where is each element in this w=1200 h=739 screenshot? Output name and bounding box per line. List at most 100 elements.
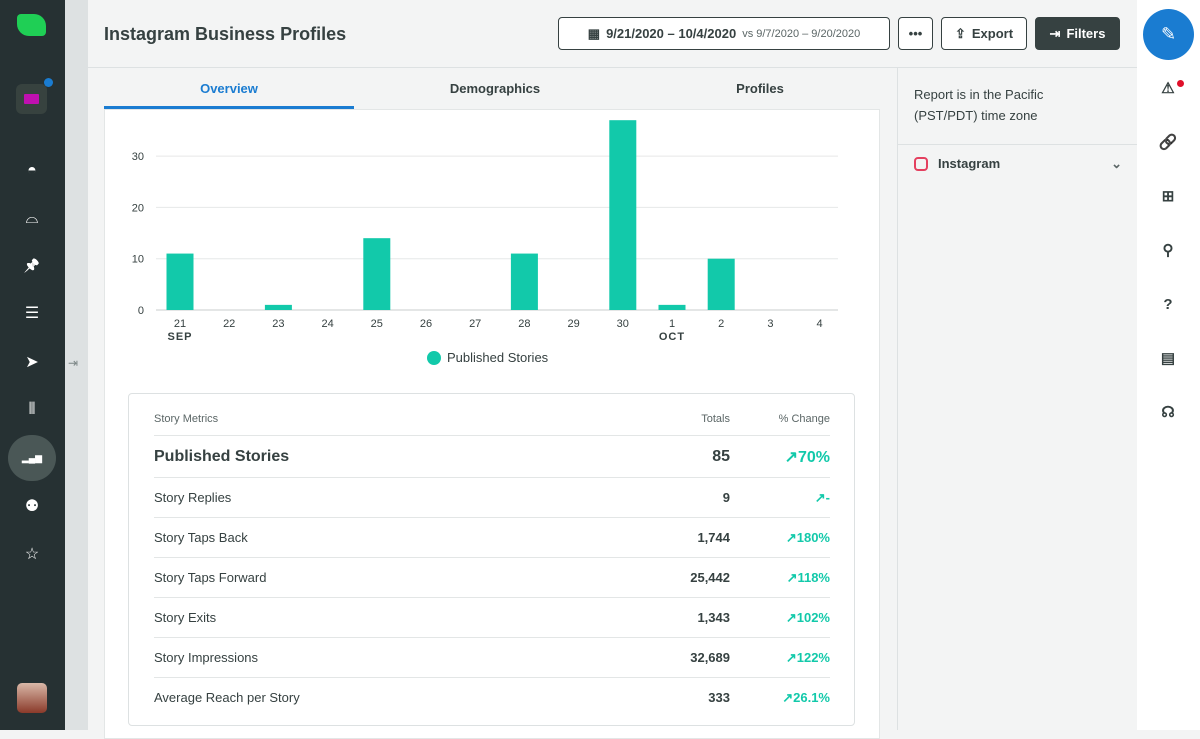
table-row: Story Taps Forward 25,442 ↗118% xyxy=(154,557,830,597)
metric-label: Story Taps Forward xyxy=(154,570,267,585)
bar xyxy=(609,120,637,310)
x-tick-label: 26 xyxy=(420,318,432,330)
user-avatar[interactable] xyxy=(17,683,47,713)
published-stories-chart: 010203021SEP22 23 24 25 26 27 28 29 30 1OCT2 3 4 xyxy=(132,120,838,343)
share-icon: ⇪ xyxy=(954,25,966,41)
help-icon[interactable]: ? xyxy=(1155,292,1181,318)
y-tick-label: 10 xyxy=(132,254,144,266)
metric-label: Story Impressions xyxy=(154,650,259,665)
table-row: Story Taps Back 1,744 ↗180% xyxy=(154,517,830,557)
metric-total: 1,343 xyxy=(697,610,730,625)
month-label: OCT xyxy=(659,331,685,343)
tab-profiles[interactable]: Profiles xyxy=(635,68,885,109)
x-tick-label: 23 xyxy=(272,318,284,330)
month-label: SEP xyxy=(167,331,192,343)
metric-total: 9 xyxy=(722,490,730,505)
metric-total: 25,442 xyxy=(690,570,730,585)
more-button[interactable]: ••• xyxy=(898,17,933,50)
x-tick-label: 29 xyxy=(567,318,579,330)
bar xyxy=(707,258,735,310)
instagram-icon xyxy=(914,156,928,171)
x-tick-label: 25 xyxy=(371,318,383,330)
add-icon[interactable]: ⊞ xyxy=(1155,184,1181,210)
filter-arrow-icon: ⇥ xyxy=(1049,25,1061,41)
metric-total: 85 xyxy=(712,447,730,465)
x-tick-label: 22 xyxy=(223,318,235,330)
filters-button[interactable]: ⇥ Filters xyxy=(1035,17,1120,50)
timezone-note: Report is in the Pacific (PST/PDT) time … xyxy=(914,87,1044,123)
legend-swatch xyxy=(427,350,441,365)
link-icon[interactable]: 🔗 xyxy=(1155,130,1181,156)
y-tick-label: 0 xyxy=(138,305,144,317)
table-row: Average Reach per Story 333 ↗26.1% xyxy=(154,677,830,717)
x-tick-label: 27 xyxy=(469,318,481,330)
chevron-down-icon: ⌄ xyxy=(1111,155,1122,171)
tab-demographics[interactable]: Demographics xyxy=(370,68,620,109)
collapse-strip: ⇥ xyxy=(65,0,88,730)
chart-legend: Published Stories xyxy=(427,350,548,365)
metric-change: ↗102% xyxy=(785,609,830,625)
metric-label: Story Exits xyxy=(154,610,217,625)
folder-icon xyxy=(24,94,39,104)
star-icon[interactable]: ☆ xyxy=(12,539,52,571)
bar xyxy=(658,304,686,310)
bar xyxy=(363,238,391,310)
tab-overview[interactable]: Overview xyxy=(104,68,354,109)
bot-icon[interactable]: ⚉ xyxy=(12,491,52,523)
page-title: Instagram Business Profiles xyxy=(104,24,347,44)
metric-label: Story Replies xyxy=(154,490,232,505)
metric-change: ↗- xyxy=(814,489,830,505)
calendar-icon: ▦ xyxy=(587,25,601,41)
reports-icon[interactable]: ▂▄▆ xyxy=(8,435,56,481)
sprout-logo[interactable] xyxy=(17,14,46,36)
metric-total: 333 xyxy=(708,690,730,705)
dashboard-icon[interactable]: ◓ xyxy=(12,155,52,187)
metric-change: ↗122% xyxy=(785,649,830,665)
x-tick-label: 30 xyxy=(617,318,629,330)
pin-icon[interactable]: 📌 xyxy=(12,250,52,282)
alert-icon[interactable]: ⚠ xyxy=(1155,76,1181,102)
list-icon[interactable]: ☰ xyxy=(12,298,52,330)
send-icon[interactable]: ➤ xyxy=(12,347,52,379)
listening-icon[interactable]: ⦀ xyxy=(12,394,52,426)
export-button[interactable]: ⇪ Export xyxy=(941,17,1027,50)
bar xyxy=(510,253,538,310)
left-nav: ◓ ⌓ 📌 ☰ ➤ ⦀ ▂▄▆ ⚉ ☆ xyxy=(0,0,65,730)
table-row: Published Stories 85 ↗70% xyxy=(154,435,830,477)
metrics-header: Story Metrics Totals % Change xyxy=(154,413,830,425)
compose-button[interactable]: ✎ xyxy=(1143,9,1194,60)
keyboard-icon[interactable]: ▤ xyxy=(1155,346,1181,372)
metric-total: 1,744 xyxy=(697,530,730,545)
right-panel: Report is in the Pacific (PST/PDT) time … xyxy=(897,68,1138,730)
table-row: Story Exits 1,343 ↗102% xyxy=(154,597,830,637)
x-tick-label: 2 xyxy=(718,318,724,330)
metric-change: ↗70% xyxy=(784,448,830,466)
inbox-icon[interactable]: ⌓ xyxy=(12,203,52,235)
support-icon[interactable]: ☊ xyxy=(1155,400,1181,426)
y-tick-label: 20 xyxy=(132,202,144,214)
table-row: Story Impressions 32,689 ↗122% xyxy=(154,637,830,677)
x-tick-label: 24 xyxy=(321,318,333,330)
search-icon[interactable]: ⚲ xyxy=(1155,238,1181,264)
x-tick-label: 1 xyxy=(669,318,675,330)
bar xyxy=(166,253,194,310)
x-tick-label: 28 xyxy=(518,318,530,330)
date-range-button[interactable]: ▦ 9/21/2020 – 10/4/2020 vs 9/7/2020 – 9/… xyxy=(558,17,890,50)
metric-change: ↗180% xyxy=(785,529,830,545)
bar xyxy=(264,304,292,310)
metric-change: ↗26.1% xyxy=(782,689,830,705)
metric-label: Published Stories xyxy=(154,447,290,465)
instagram-filter[interactable]: Instagram ⌄ xyxy=(898,144,1138,182)
notification-dot xyxy=(44,78,53,87)
x-tick-label: 21 xyxy=(174,318,186,330)
y-tick-label: 30 xyxy=(132,151,144,163)
metric-label: Story Taps Back xyxy=(154,530,248,545)
metric-change: ↗118% xyxy=(786,569,830,585)
expand-icon[interactable]: ⇥ xyxy=(68,356,78,370)
metric-label: Average Reach per Story xyxy=(154,690,300,705)
metric-total: 32,689 xyxy=(690,650,730,665)
profile-folder-button[interactable] xyxy=(16,78,53,114)
x-tick-label: 3 xyxy=(767,318,773,330)
table-row: Story Replies 9 ↗- xyxy=(154,477,830,517)
x-tick-label: 4 xyxy=(817,318,823,330)
